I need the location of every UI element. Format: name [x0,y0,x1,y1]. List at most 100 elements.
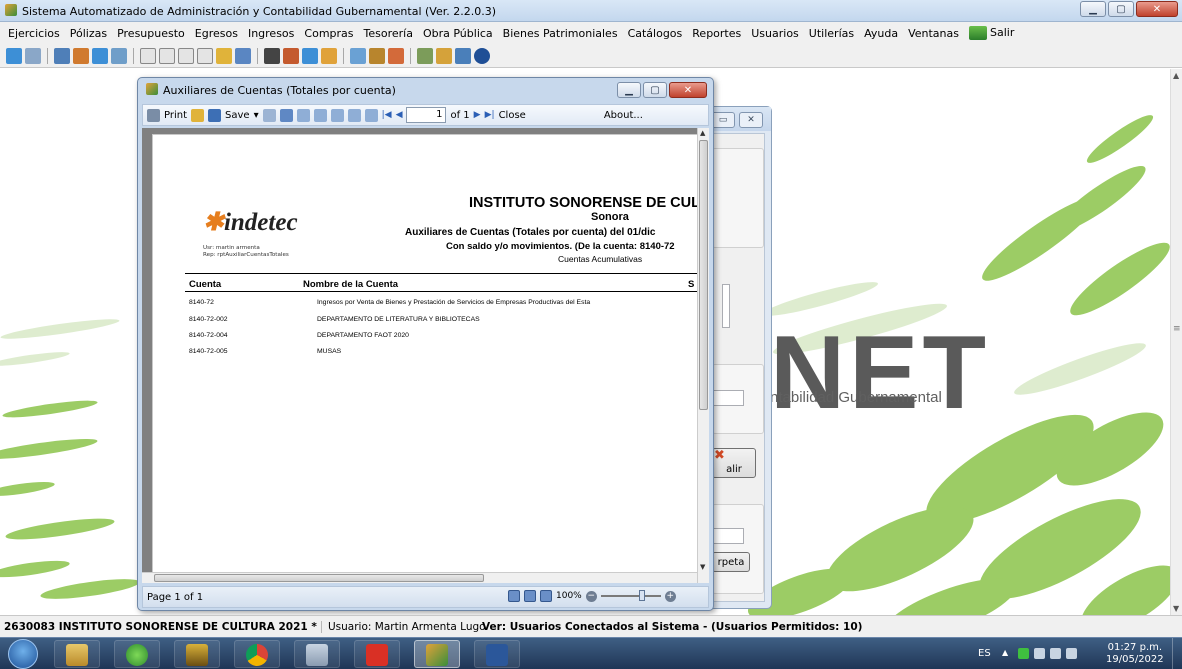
form-d-icon[interactable] [159,47,175,64]
close-report-button[interactable]: Close [499,110,526,121]
menu-ventanas[interactable]: Ventanas [908,27,959,40]
scroll-up-arrow-icon[interactable]: ▲ [1173,71,1179,80]
menu-ingresos[interactable]: Ingresos [248,27,294,40]
menu-ayuda[interactable]: Ayuda [864,27,898,40]
menu-usuarios[interactable]: Usuarios [751,27,799,40]
minimize-button[interactable]: ▁ [1080,1,1106,17]
zoom-slider-knob[interactable] [638,590,645,601]
text-field[interactable] [712,390,744,406]
next-page-icon[interactable]: ▶ [474,110,481,120]
menu-obra-publica[interactable]: Obra Pública [423,27,493,40]
report-maximize-button[interactable]: ▢ [643,82,667,98]
save-button[interactable]: Save [225,110,250,121]
network-icon[interactable] [388,47,404,64]
exit-door-icon[interactable] [455,47,471,64]
scroll-thumb[interactable] [154,574,484,582]
network-icon[interactable] [1034,648,1045,659]
last-page-icon[interactable]: ▶| [485,110,495,120]
paint-icon[interactable] [283,47,299,64]
menu-ejercicios[interactable]: Ejercicios [8,27,60,40]
tree-icon[interactable] [417,47,433,64]
carpeta-button[interactable]: rpeta [712,552,750,572]
form-p-icon[interactable] [197,47,213,64]
folder-icon[interactable] [216,47,232,64]
page-number-input[interactable]: 1 [406,107,447,123]
form-e-icon[interactable] [178,47,194,64]
thumbnails-icon[interactable] [364,108,378,122]
zoom-slider[interactable] [600,590,661,601]
show-desktop-button[interactable] [1172,638,1182,669]
clipboard-icon[interactable] [264,47,280,64]
single-page-icon[interactable] [296,108,310,122]
salir-button[interactable]: ✖ alir [712,448,756,478]
zoom-out-icon[interactable]: − [585,590,597,602]
main-vertical-scrollbar[interactable]: ▲ ≡ ▼ [1170,69,1182,615]
close-button[interactable]: ✕ [1136,1,1178,17]
language-indicator[interactable]: ES [978,648,991,659]
menu-polizas[interactable]: Pólizas [70,27,107,40]
view-continuous-icon[interactable] [540,590,552,602]
document-icon[interactable] [25,47,41,64]
copy-icon[interactable] [330,108,344,122]
transfer-icon[interactable] [73,47,89,64]
two-pages-icon[interactable] [313,108,327,122]
view-single-icon[interactable] [508,590,520,602]
menu-salir[interactable]: Salir [969,26,1014,40]
taskbar-app-green[interactable] [114,640,160,668]
maximize-button[interactable]: ▢ [1108,1,1134,17]
clock[interactable]: 01:27 p.m. 19/05/2022 [1106,642,1164,666]
taskbar-acrobat[interactable] [354,640,400,668]
show-hidden-icons-icon[interactable]: ▲ [1002,648,1008,657]
preview-vertical-scrollbar[interactable]: ▲ ▼ [697,128,709,583]
status-connected-users[interactable]: Ver: Usuarios Conectados al Sistema - (U… [478,621,862,633]
taskbar-explorer[interactable] [54,640,100,668]
grid-icon[interactable] [111,47,127,64]
zoom-in-icon[interactable]: + [664,590,676,602]
first-page-icon[interactable]: |◀ [382,110,392,120]
export-icon[interactable] [347,108,361,122]
taskbar-chrome[interactable] [234,640,280,668]
find-icon[interactable] [279,108,293,122]
menu-tesoreria[interactable]: Tesorería [364,27,413,40]
taskbar-app-bug[interactable] [174,640,220,668]
chart-icon[interactable] [92,47,108,64]
menu-catalogos[interactable]: Catálogos [628,27,683,40]
scroll-grip-icon[interactable]: ≡ [1173,324,1181,334]
box-icon[interactable] [321,47,337,64]
menu-utilerias[interactable]: Utilerías [809,27,854,40]
bg-dialog-restore-button[interactable]: ▭ [711,112,735,128]
start-button[interactable] [8,639,38,669]
help-icon[interactable] [474,47,490,64]
print-button[interactable]: Print [164,110,187,121]
tools-icon[interactable] [369,47,385,64]
view-double-icon[interactable] [524,590,536,602]
menu-presupuesto[interactable]: Presupuesto [117,27,185,40]
menu-egresos[interactable]: Egresos [195,27,238,40]
report-close-button[interactable]: ✕ [669,82,707,98]
taskbar-word[interactable] [474,640,520,668]
key-icon[interactable] [235,47,251,64]
taskbar-calculator[interactable] [294,640,340,668]
save-dropdown-icon[interactable]: ▾ [254,110,259,121]
menu-compras[interactable]: Compras [304,27,353,40]
users-icon[interactable] [54,47,70,64]
report-minimize-button[interactable]: ▁ [617,82,641,98]
scroll-down-arrow-icon[interactable]: ▼ [700,563,705,571]
form-c-icon[interactable] [140,47,156,64]
map-icon[interactable] [302,47,318,64]
calendar-icon[interactable] [350,47,366,64]
volume-icon[interactable] [1050,648,1061,659]
shield-icon[interactable] [1018,648,1029,659]
preview-horizontal-scrollbar[interactable] [142,572,697,583]
scroll-thumb[interactable] [699,140,708,410]
menu-reportes[interactable]: Reportes [692,27,741,40]
refresh-icon[interactable] [6,47,22,64]
path-field[interactable] [712,528,744,544]
open-folder-icon[interactable] [191,108,205,122]
search-icon[interactable] [436,47,452,64]
scroll-up-arrow-icon[interactable]: ▲ [700,129,705,137]
previous-page-icon[interactable]: ◀ [396,110,403,120]
about-button[interactable]: About... [604,110,643,121]
bg-dialog-close-button[interactable]: ✕ [739,112,763,128]
power-icon[interactable] [1066,648,1077,659]
